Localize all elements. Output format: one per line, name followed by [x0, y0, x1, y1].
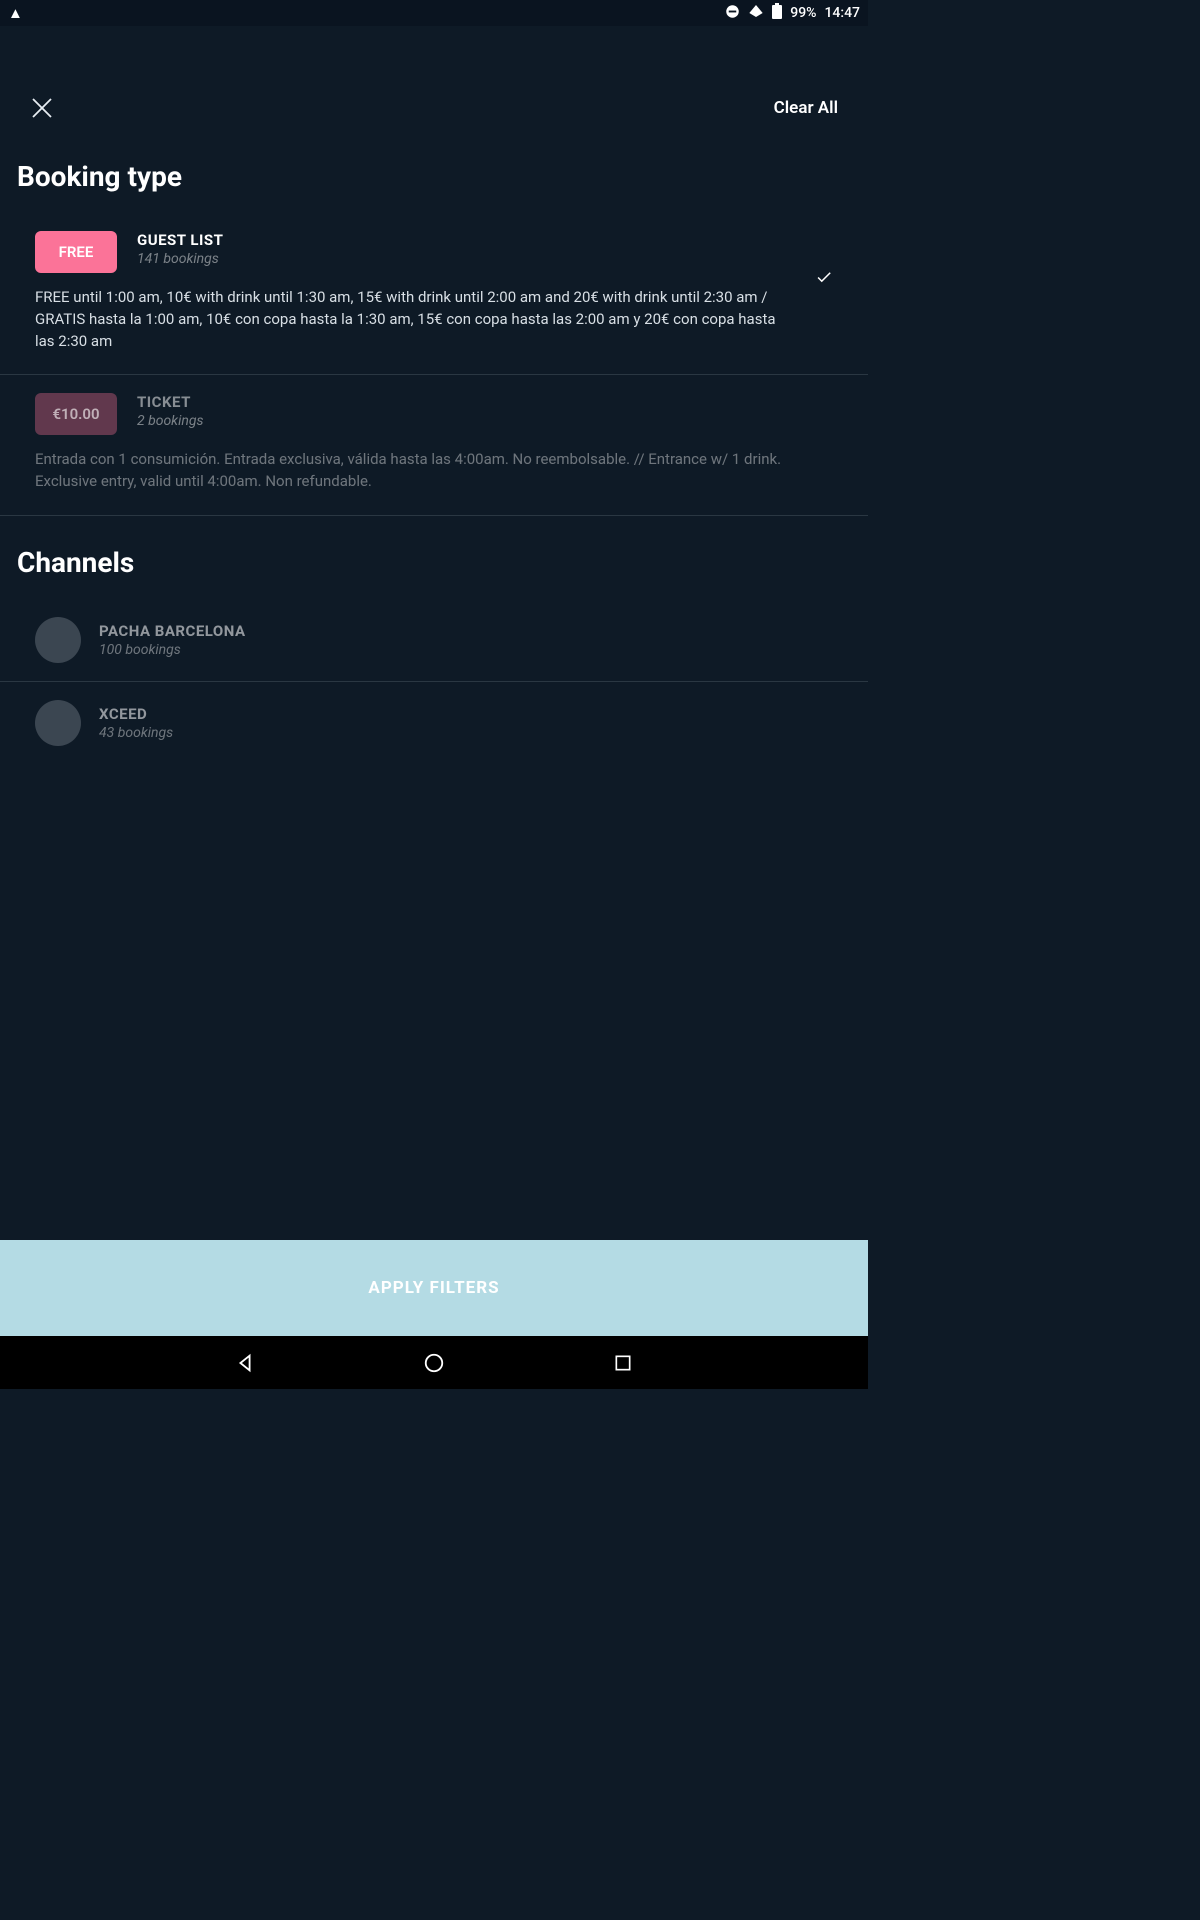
clear-all-button[interactable]: Clear All — [774, 98, 838, 118]
channel-name: XCEED — [99, 705, 173, 723]
section-title-channels: Channels — [0, 516, 868, 599]
warning-icon: ▲ — [8, 4, 23, 22]
booking-description: Entrada con 1 consumición. Entrada exclu… — [35, 449, 795, 493]
main-content: Clear All Booking type FREE GUEST LIST 1… — [0, 26, 868, 1240]
booking-top: FREE GUEST LIST 141 bookings — [35, 231, 833, 273]
channel-count: 100 bookings — [99, 642, 246, 658]
channel-count: 43 bookings — [99, 725, 173, 741]
status-right: 99% 14:47 — [725, 3, 860, 23]
section-title-booking-type: Booking type — [0, 130, 868, 213]
booking-meta: TICKET 2 bookings — [137, 393, 204, 429]
wifi-icon — [748, 3, 764, 23]
channel-item[interactable]: XCEED 43 bookings — [0, 682, 868, 764]
price-badge: €10.00 — [35, 393, 117, 435]
booking-type-item[interactable]: €10.00 TICKET 2 bookings Entrada con 1 c… — [0, 375, 868, 516]
price-badge: FREE — [35, 231, 117, 273]
channel-avatar — [35, 617, 81, 663]
status-left: ▲ — [8, 4, 23, 22]
recents-button[interactable] — [611, 1351, 635, 1375]
battery-icon — [772, 3, 782, 23]
channel-item[interactable]: PACHA BARCELONA 100 bookings — [0, 599, 868, 682]
channel-meta: XCEED 43 bookings — [99, 705, 173, 741]
battery-percentage: 99% — [790, 5, 816, 21]
close-button[interactable] — [30, 96, 54, 120]
booking-meta: GUEST LIST 141 bookings — [137, 231, 223, 267]
clock: 14:47 — [824, 5, 860, 21]
channel-name: PACHA BARCELONA — [99, 622, 246, 640]
booking-type-item[interactable]: FREE GUEST LIST 141 bookings FREE until … — [0, 213, 868, 375]
channel-meta: PACHA BARCELONA 100 bookings — [99, 622, 246, 658]
booking-top: €10.00 TICKET 2 bookings — [35, 393, 833, 435]
booking-description: FREE until 1:00 am, 10€ with drink until… — [35, 287, 795, 352]
booking-name: GUEST LIST — [137, 231, 223, 249]
apply-filters-button[interactable]: APPLY FILTERS — [0, 1240, 868, 1336]
dnd-icon — [725, 4, 740, 23]
back-button[interactable] — [233, 1351, 257, 1375]
channel-avatar — [35, 700, 81, 746]
android-nav-bar — [0, 1336, 868, 1389]
check-icon — [815, 268, 833, 291]
header-row: Clear All — [0, 66, 868, 130]
booking-name: TICKET — [137, 393, 204, 411]
booking-count: 2 bookings — [137, 413, 204, 429]
booking-count: 141 bookings — [137, 251, 223, 267]
home-button[interactable] — [422, 1351, 446, 1375]
status-bar: ▲ 99% 14:47 — [0, 0, 868, 26]
